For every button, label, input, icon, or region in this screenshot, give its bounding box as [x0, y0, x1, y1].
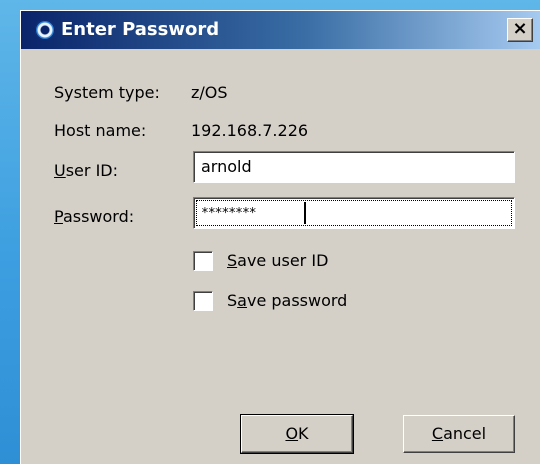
save-user-id-label[interactable]: Save user ID	[227, 251, 328, 271]
dialog-window: Enter Password × System type: z/OS Host …	[20, 10, 540, 464]
title-bar[interactable]: Enter Password ×	[21, 11, 540, 49]
user-id-value: arnold	[201, 157, 252, 176]
close-button[interactable]: ×	[507, 18, 533, 42]
password-label: Password:	[54, 207, 135, 226]
close-icon: ×	[512, 18, 528, 39]
password-field[interactable]: ********	[193, 197, 515, 229]
host-name-label: Host name:	[54, 121, 147, 140]
app-globe-icon	[35, 20, 55, 40]
window-title: Enter Password	[61, 19, 220, 40]
host-name-value: 192.168.7.226	[191, 121, 309, 140]
save-user-id-checkbox[interactable]	[193, 251, 213, 271]
system-type-value: z/OS	[191, 83, 228, 102]
save-password-label[interactable]: Save password	[227, 291, 347, 311]
password-value: ********	[201, 206, 257, 221]
user-id-field[interactable]: arnold	[193, 151, 515, 183]
ok-button[interactable]: OK	[240, 414, 354, 454]
system-type-label: System type:	[54, 83, 160, 102]
user-id-label: User ID:	[54, 161, 118, 180]
cancel-button[interactable]: Cancel	[403, 415, 515, 453]
text-cursor	[304, 202, 306, 224]
save-password-checkbox[interactable]	[193, 291, 213, 311]
